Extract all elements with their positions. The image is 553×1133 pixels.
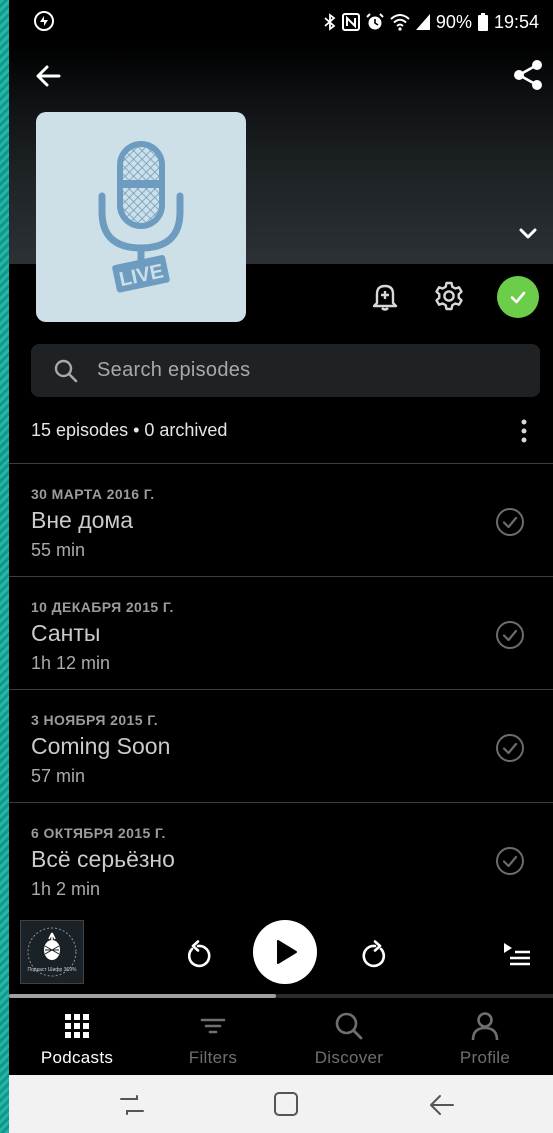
episode-list: 30 МАРТА 2016 Г. Вне дома 55 min 10 ДЕКА… bbox=[9, 463, 553, 915]
nfc-icon bbox=[341, 13, 360, 31]
podcast-screen: 90% 19:54 LIVE Search episodes 15 episod… bbox=[9, 0, 553, 1133]
tab-label: Filters bbox=[188, 1048, 238, 1067]
play-icon bbox=[277, 940, 297, 964]
search-box[interactable] bbox=[31, 344, 540, 397]
episode-date: 10 ДЕКАБРЯ 2015 Г. bbox=[31, 599, 174, 615]
status-icons: 90% 19:54 bbox=[324, 11, 539, 33]
bluetooth-icon bbox=[324, 13, 336, 31]
episode-date: 30 МАРТА 2016 Г. bbox=[31, 486, 155, 502]
gear-icon[interactable] bbox=[433, 280, 465, 312]
episode-date: 3 НОЯБРЯ 2015 Г. bbox=[31, 712, 159, 728]
grid-icon bbox=[61, 1010, 93, 1042]
battery-icon bbox=[477, 13, 488, 31]
home-icon[interactable] bbox=[271, 1089, 301, 1119]
episode-row[interactable]: 6 ОКТЯБРЯ 2015 Г. Всё серьёзно 1h 2 min bbox=[9, 802, 553, 915]
tab-label: Discover bbox=[314, 1048, 384, 1067]
chevron-down-icon[interactable] bbox=[515, 220, 541, 246]
played-check-icon[interactable] bbox=[495, 846, 525, 876]
checkmark-icon bbox=[510, 291, 526, 304]
episode-duration: 57 min bbox=[31, 766, 86, 786]
episode-title: Санты bbox=[31, 620, 101, 646]
now-playing-artwork[interactable]: Подкаст Шифр 369% bbox=[20, 920, 84, 984]
episode-date: 6 ОКТЯБРЯ 2015 Г. bbox=[31, 825, 166, 841]
tab-filters[interactable]: Filters bbox=[145, 998, 281, 1075]
filter-icon bbox=[197, 1010, 229, 1042]
search-input[interactable] bbox=[97, 359, 497, 382]
episode-title: Всё серьёзно bbox=[31, 846, 175, 872]
status-bar: 90% 19:54 bbox=[9, 0, 553, 44]
episode-row[interactable]: 3 НОЯБРЯ 2015 Г. Coming Soon 57 min bbox=[9, 689, 553, 802]
search-icon bbox=[333, 1010, 365, 1042]
episode-row[interactable]: 30 МАРТА 2016 Г. Вне дома 55 min bbox=[9, 463, 553, 576]
system-navigation-bar bbox=[9, 1075, 553, 1133]
skip-back-icon[interactable] bbox=[183, 940, 213, 970]
battery-percentage: 90% bbox=[435, 11, 472, 32]
episode-row[interactable]: 10 ДЕКАБРЯ 2015 Г. Санты 1h 12 min bbox=[9, 576, 553, 689]
recent-apps-icon[interactable] bbox=[117, 1091, 147, 1119]
notification-bell-icon[interactable] bbox=[369, 280, 401, 312]
nav-back-icon[interactable] bbox=[427, 1091, 457, 1119]
alarm-icon bbox=[366, 13, 384, 30]
more-vertical-icon[interactable] bbox=[514, 418, 534, 444]
played-check-icon[interactable] bbox=[495, 620, 525, 650]
bottom-tab-bar: Podcasts Filters Discover Profile bbox=[9, 998, 553, 1075]
clock-time: 19:54 bbox=[493, 11, 539, 32]
play-button[interactable] bbox=[253, 920, 317, 984]
up-next-queue-icon[interactable] bbox=[501, 938, 533, 970]
episode-count: 15 episodes • 0 archived bbox=[31, 420, 228, 440]
tab-podcasts[interactable]: Podcasts bbox=[9, 998, 145, 1075]
subscribed-button[interactable] bbox=[497, 276, 539, 318]
pineapple-logo-icon: Подкаст Шифр 369% bbox=[27, 927, 77, 977]
tab-label: Profile bbox=[459, 1048, 511, 1067]
back-arrow-icon[interactable] bbox=[33, 60, 65, 92]
episode-duration: 55 min bbox=[31, 540, 86, 560]
search-icon bbox=[54, 359, 78, 382]
podcast-artwork: LIVE bbox=[36, 112, 246, 322]
artwork-caption: Подкаст Шифр 369% bbox=[28, 967, 77, 973]
mini-player: Подкаст Шифр 369% bbox=[9, 906, 553, 998]
person-icon bbox=[469, 1010, 501, 1042]
episode-title: Coming Soon bbox=[31, 733, 171, 759]
played-check-icon[interactable] bbox=[495, 733, 525, 763]
episode-duration: 1h 2 min bbox=[31, 879, 101, 899]
wifi-icon bbox=[390, 14, 410, 31]
share-icon[interactable] bbox=[511, 58, 545, 92]
episode-title: Вне дома bbox=[31, 507, 134, 533]
microphone-icon: LIVE bbox=[98, 141, 184, 293]
played-check-icon[interactable] bbox=[495, 507, 525, 537]
signal-icon bbox=[415, 14, 430, 30]
tab-label: Podcasts bbox=[40, 1048, 114, 1067]
tab-discover[interactable]: Discover bbox=[281, 998, 417, 1075]
tab-profile[interactable]: Profile bbox=[417, 998, 553, 1075]
episode-duration: 1h 12 min bbox=[31, 653, 111, 673]
skip-forward-icon[interactable] bbox=[360, 940, 390, 970]
data-saver-icon bbox=[34, 11, 54, 31]
